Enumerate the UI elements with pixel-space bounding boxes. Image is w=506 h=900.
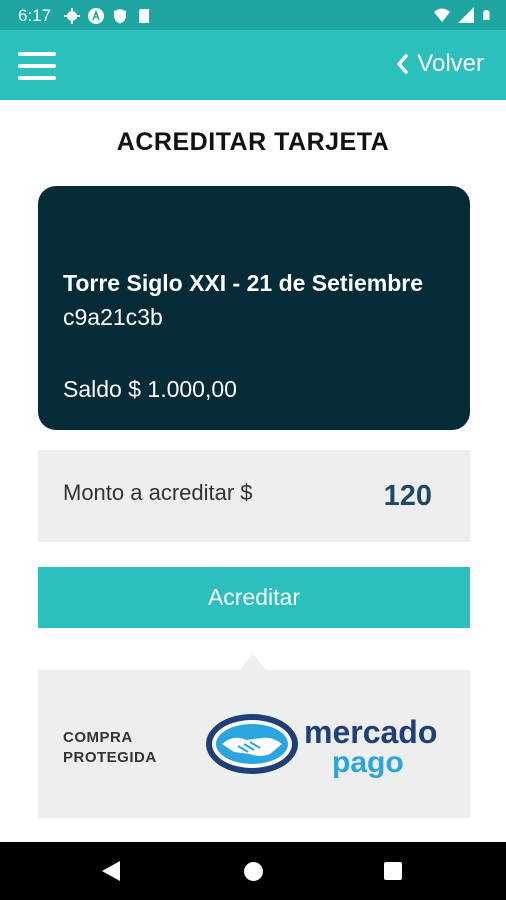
status-icons-right [434, 7, 492, 23]
app-bar: Volver [0, 30, 506, 100]
wifi-icon [434, 8, 450, 22]
back-label: Volver [417, 50, 484, 77]
page-title: ACREDITAR TARJETA [116, 128, 390, 156]
hamburger-menu-icon[interactable] [18, 52, 56, 80]
amount-label: Monto a acreditar $ [63, 480, 253, 505]
system-nav-bar [0, 842, 506, 900]
card-code: c9a21c3b [63, 304, 163, 330]
status-time: 6:17 [18, 6, 52, 25]
protect-line2: PROTEGIDA [63, 749, 157, 766]
protected-purchase-box: COMPRA PROTEGIDA mercado pago [38, 670, 470, 818]
signal-icon [458, 7, 474, 23]
a-circle-icon [88, 8, 104, 24]
status-bar: 6:17 [0, 0, 506, 30]
logo-word-pago: pago [332, 746, 404, 779]
card-panel: Torre Siglo XXI - 21 de Setiembre c9a21c… [38, 186, 470, 430]
gear-icon [64, 8, 80, 24]
card-name: Torre Siglo XXI - 21 de Setiembre [63, 270, 424, 296]
protect-line1: COMPRA [63, 729, 133, 746]
battery-icon [483, 10, 490, 20]
amount-input[interactable]: 120 [384, 480, 432, 513]
sd-card-icon [139, 9, 149, 23]
status-icons-left [64, 8, 152, 24]
handshake-icon [206, 714, 298, 774]
back-icon[interactable] [102, 861, 120, 881]
recents-icon[interactable] [384, 862, 402, 880]
mercado-pago-logo: mercado pago [204, 708, 444, 782]
amount-box: Monto a acreditar $ 120 [38, 450, 470, 542]
acreditar-button[interactable]: Acreditar [38, 567, 470, 628]
card-balance: Saldo $ 1.000,00 [63, 376, 237, 402]
back-button[interactable]: Volver [395, 50, 484, 78]
chevron-left-icon [397, 54, 409, 74]
home-icon[interactable] [244, 862, 263, 881]
shield-icon [114, 9, 126, 24]
protected-purchase-label: COMPRA PROTEGIDA [63, 728, 157, 768]
protect-pointer [240, 654, 266, 670]
